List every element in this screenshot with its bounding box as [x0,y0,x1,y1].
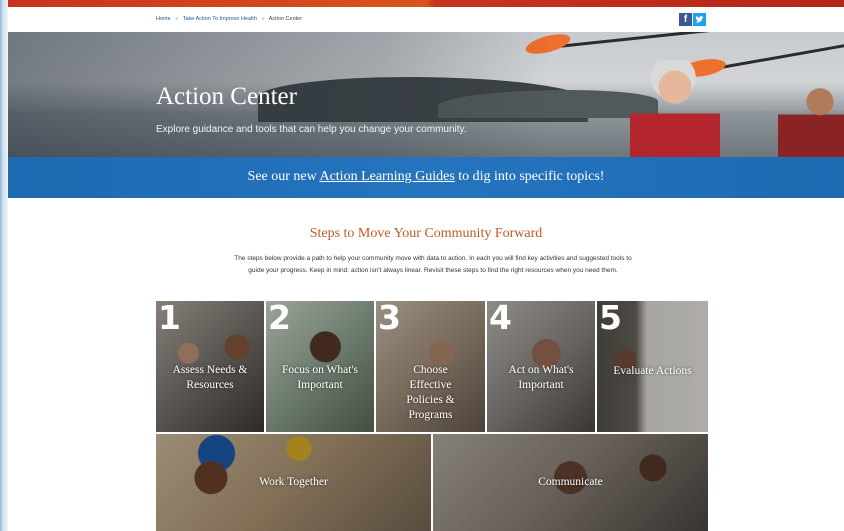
step-tile-assess[interactable]: 1 Assess Needs & Resources [156,301,264,432]
page-subtitle: Explore guidance and tools that can help… [156,124,467,135]
step-number: 5 [599,301,622,337]
announcement-prefix: See our new [247,169,320,184]
step-tile-act[interactable]: 4 Act on What's Important [487,301,595,432]
breadcrumb-parent[interactable]: Take Action To Improve Health [183,16,257,22]
step-label: Act on What's Important [508,364,574,391]
section-title: Steps to Move Your Community Forward [309,226,543,241]
step-label: Focus on What's Important [282,364,358,391]
breadcrumb-separator: » [175,16,179,22]
tile-work-together[interactable]: Work Together [156,434,431,531]
breadcrumb: Home » Take Action To Improve Health » A… [156,16,305,22]
facebook-icon[interactable]: f [679,13,692,26]
step-label: Evaluate Actions [613,365,692,377]
hero-banner: Action Center Explore guidance and tools… [8,32,844,157]
tile-label: Work Together [259,476,328,488]
step-number: 1 [158,301,181,337]
step-tile-evaluate[interactable]: 5 Evaluate Actions [597,301,708,432]
tile-label: Communicate [538,476,603,488]
announcement-text: See our new Action Learning Guides to di… [8,169,844,185]
twitter-icon[interactable] [693,13,706,26]
step-number: 3 [378,301,401,337]
step-tile-focus[interactable]: 2 Focus on What's Important [266,301,374,432]
twitter-bird-icon [695,15,704,23]
step-tile-choose[interactable]: 3 Choose Effective Policies & Programs [376,301,485,432]
breadcrumb-home[interactable]: Home [156,16,171,22]
breadcrumb-separator: » [261,16,265,22]
step-number: 4 [489,301,512,337]
action-learning-guides-link[interactable]: Action Learning Guides [319,169,454,184]
section-description: The steps below provide a path to help y… [234,255,632,274]
announcement-suffix: to dig into specific topics! [454,169,605,184]
left-window-edge [0,0,8,531]
step-label: Assess Needs & Resources [172,364,248,391]
top-bar: Home » Take Action To Improve Health » A… [8,7,844,32]
tile-communicate[interactable]: Communicate [433,434,708,531]
announcement-banner: See our new Action Learning Guides to di… [8,157,844,198]
step-label: Choose Effective Policies & Programs [406,364,455,421]
top-color-stripe [8,0,844,7]
hero-shade [8,32,844,157]
breadcrumb-current: Action Center [268,16,303,22]
step-number: 2 [268,301,291,337]
page-title: Action Center [156,83,297,110]
